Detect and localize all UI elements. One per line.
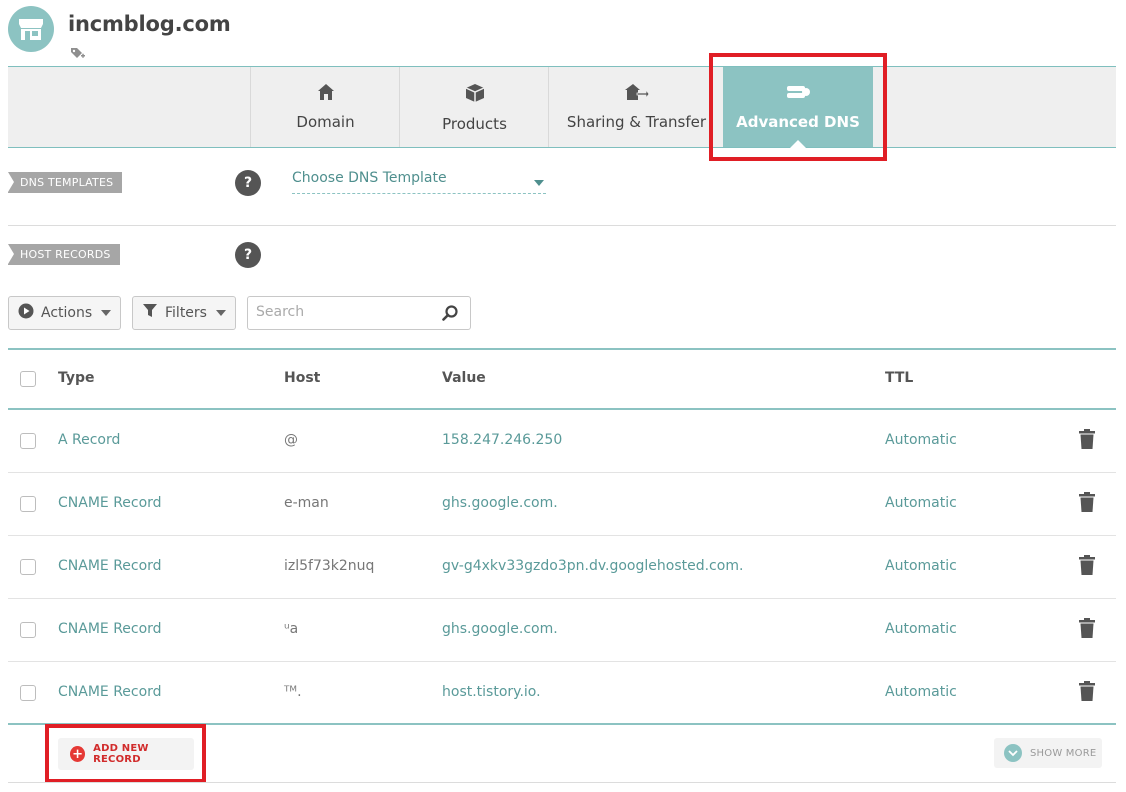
house-transfer-icon (624, 83, 649, 105)
plus-circle-icon: + (70, 746, 86, 762)
column-type: Type (58, 370, 95, 386)
domain-header: incmblog.com (8, 6, 408, 62)
record-value: 158.247.246.250 (442, 432, 563, 448)
host-records-table: Type Host Value TTL A Record @158.247.246… (8, 348, 1116, 725)
actions-label: Actions (41, 305, 93, 321)
column-host: Host (284, 370, 321, 386)
add-new-record-button[interactable]: + ADD NEW RECORD (58, 738, 194, 770)
row-checkbox[interactable] (20, 496, 36, 512)
tab-products[interactable]: Products (399, 67, 549, 147)
tab-products-label: Products (442, 115, 507, 133)
record-ttl: Automatic (885, 621, 957, 637)
tab-domain-label: Domain (296, 113, 355, 131)
host-records-tag: HOST RECORDS (8, 244, 120, 265)
record-type: CNAME Record (58, 621, 162, 637)
play-circle-icon (18, 303, 34, 323)
column-ttl: TTL (885, 370, 914, 386)
trash-icon[interactable] (1079, 681, 1095, 705)
record-ttl: Automatic (885, 684, 957, 700)
storefront-icon (8, 6, 54, 52)
dns-templates-tag: DNS TEMPLATES (8, 172, 123, 193)
record-value: host.tistory.io. (442, 684, 541, 700)
record-host: izl5f73k2nuq (284, 558, 375, 574)
host-records-help-icon[interactable]: ? (235, 242, 261, 268)
tab-domain[interactable]: Domain (250, 67, 400, 147)
trash-icon[interactable] (1079, 429, 1095, 453)
record-value: gv-g4xkv33gzdo3pn.dv.googlehosted.com. (442, 558, 744, 574)
search-input[interactable] (256, 304, 436, 320)
record-type: CNAME Record (58, 495, 162, 511)
table-row: A Record @158.247.246.250 Automatic (8, 410, 1116, 473)
table-body: A Record @158.247.246.250 Automatic CNAME R… (8, 410, 1116, 725)
chevron-down-circle-icon (1004, 744, 1022, 762)
add-new-record-label: ADD NEW RECORD (93, 743, 149, 765)
record-host: ᵘa (284, 621, 299, 637)
record-ttl: Automatic (885, 495, 957, 511)
tab-sharing-transfer[interactable]: Sharing & Transfer (548, 67, 724, 147)
divider (8, 225, 1116, 226)
record-value: ghs.google.com. (442, 621, 558, 637)
highlight-box (709, 53, 887, 161)
page-title: incmblog.com (68, 12, 231, 36)
tab-sharing-transfer-label: Sharing & Transfer (566, 113, 707, 131)
dns-template-select-value: Choose DNS Template (292, 170, 447, 186)
record-host: @ (284, 432, 298, 448)
dns-templates-help-icon[interactable]: ? (235, 170, 261, 196)
add-tag-icon[interactable] (70, 46, 86, 65)
record-host: ᵀᴹ․ (284, 684, 302, 700)
filters-button[interactable]: Filters (132, 296, 236, 330)
row-checkbox[interactable] (20, 559, 36, 575)
record-type: A Record (58, 432, 121, 448)
table-row: CNAME Record ᵀᴹ․ host.tistory.io. Automatic (8, 662, 1116, 725)
table-row: CNAME Record e-man ghs.google.com. Automati… (8, 473, 1116, 536)
record-host: e-man (284, 495, 329, 511)
record-type: CNAME Record (58, 558, 162, 574)
filters-label: Filters (165, 305, 207, 321)
table-row: CNAME Record izl5f73k2nuq gv-g4xkv33gzdo3p… (8, 536, 1116, 599)
home-icon (317, 83, 335, 105)
row-checkbox[interactable] (20, 622, 36, 638)
trash-icon[interactable] (1079, 492, 1095, 516)
record-ttl: Automatic (885, 432, 957, 448)
record-type: CNAME Record (58, 684, 162, 700)
show-more-button[interactable]: SHOW MORE (994, 738, 1102, 768)
dns-template-select[interactable]: Choose DNS Template (292, 170, 546, 194)
search-icon[interactable] (442, 305, 458, 325)
chevron-down-icon (534, 180, 544, 186)
record-ttl: Automatic (885, 558, 957, 574)
show-more-label: SHOW MORE (1030, 747, 1097, 759)
table-header: Type Host Value TTL (8, 348, 1116, 410)
column-value: Value (442, 370, 486, 386)
chevron-down-icon (101, 310, 112, 316)
trash-icon[interactable] (1079, 618, 1095, 642)
trash-icon[interactable] (1079, 555, 1095, 579)
record-value: ghs.google.com. (442, 495, 558, 511)
row-checkbox[interactable] (20, 433, 36, 449)
row-checkbox[interactable] (20, 685, 36, 701)
table-row: CNAME Record ᵘa ghs.google.com. Automatic (8, 599, 1116, 662)
chevron-down-icon (215, 310, 226, 316)
select-all-checkbox[interactable] (20, 371, 36, 387)
search-box (247, 296, 471, 330)
filter-icon (143, 304, 157, 322)
actions-button[interactable]: Actions (8, 296, 121, 330)
divider (8, 782, 1116, 783)
domain-tabs: Domain Products Sharing & Transfer Advan… (8, 66, 1116, 148)
box-icon (465, 83, 485, 107)
